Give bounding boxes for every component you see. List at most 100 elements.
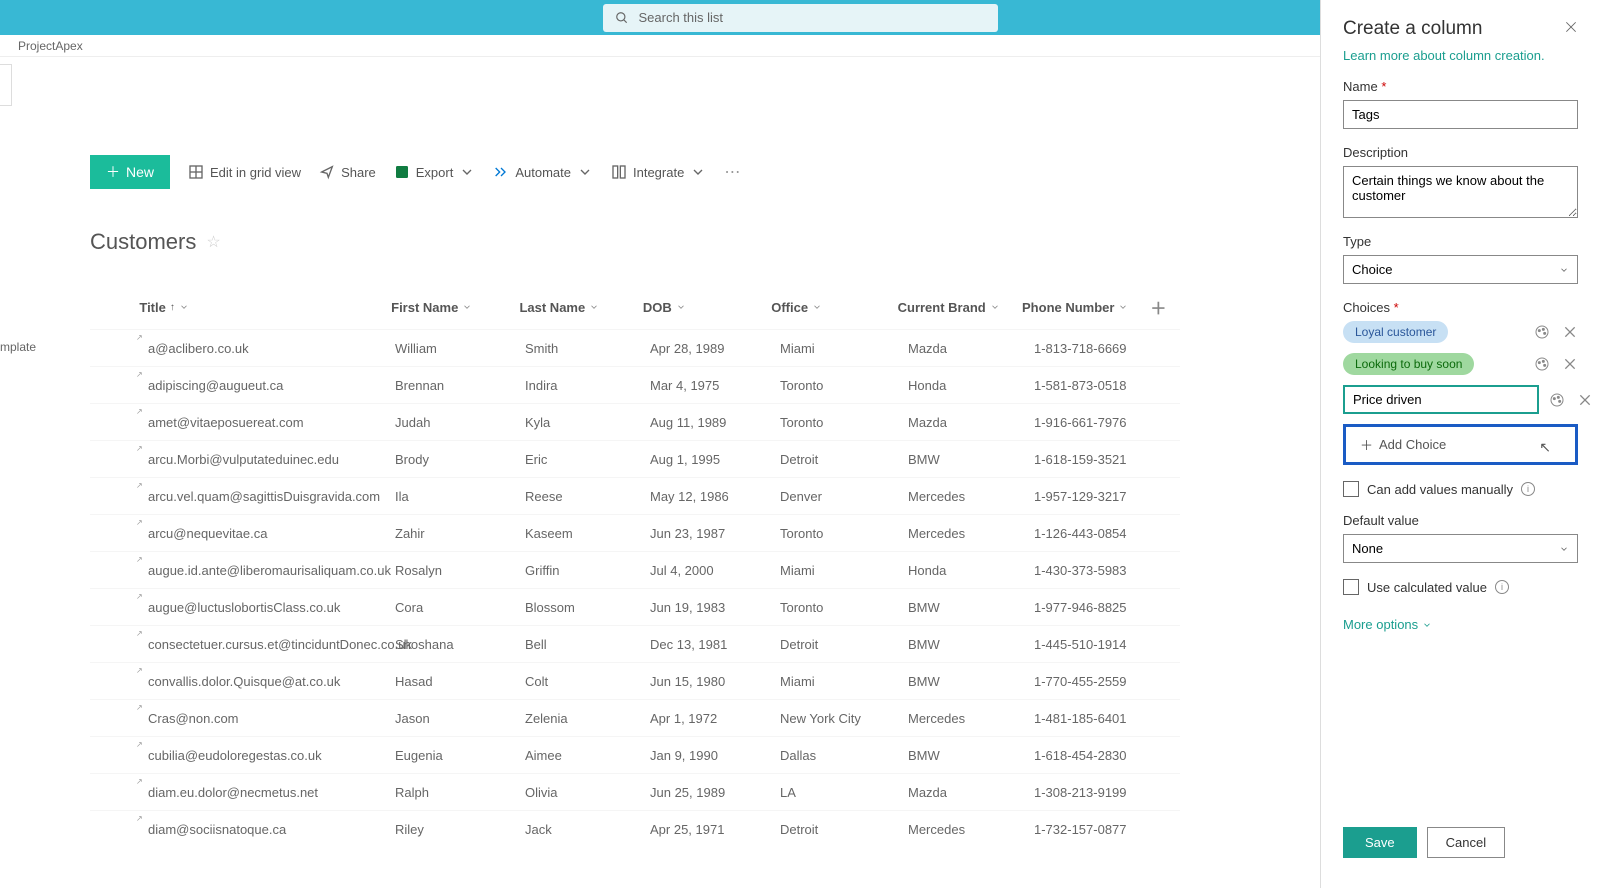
description-input[interactable]: Certain things we know about the custome… bbox=[1343, 166, 1578, 218]
row-first-name: Eugenia bbox=[395, 748, 525, 763]
row-brand: BMW bbox=[908, 748, 1034, 763]
share-button[interactable]: Share bbox=[319, 164, 376, 180]
row-title[interactable]: adipiscing@augueut.ca bbox=[140, 378, 283, 393]
palette-icon[interactable] bbox=[1534, 324, 1550, 340]
chevron-down-icon bbox=[812, 302, 822, 312]
table-row[interactable]: arcu@nequevitae.caZahirKaseemJun 23, 198… bbox=[90, 514, 1180, 551]
type-select[interactable]: Choice bbox=[1343, 255, 1578, 284]
favorite-star-icon[interactable]: ☆ bbox=[206, 232, 220, 252]
chevron-down-icon bbox=[459, 164, 475, 180]
column-header-brand[interactable]: Current Brand bbox=[898, 295, 1022, 319]
row-first-name: Hasad bbox=[395, 674, 525, 689]
remove-choice-icon[interactable] bbox=[1562, 356, 1578, 372]
table-row[interactable]: convallis.dolor.Quisque@at.co.ukHasadCol… bbox=[90, 662, 1180, 699]
row-title[interactable]: arcu@nequevitae.ca bbox=[140, 526, 267, 541]
default-value-select[interactable]: None bbox=[1343, 534, 1578, 563]
table-row[interactable]: consectetuer.cursus.et@tinciduntDonec.co… bbox=[90, 625, 1180, 662]
table-row[interactable]: augue.id.ante@liberomaurisaliquam.co.uk R… bbox=[90, 551, 1180, 588]
row-title[interactable]: amet@vitaeposuereat.com bbox=[140, 415, 304, 430]
row-title[interactable]: consectetuer.cursus.et@tinciduntDonec.co… bbox=[140, 637, 412, 652]
new-button[interactable]: ＋ New bbox=[90, 155, 170, 189]
leftnav-item[interactable]: mplate bbox=[0, 340, 36, 354]
row-office: Toronto bbox=[780, 600, 908, 615]
excel-icon bbox=[394, 164, 410, 180]
column-header-first-name[interactable]: First Name bbox=[391, 295, 519, 319]
row-office: Toronto bbox=[780, 415, 908, 430]
table-row[interactable]: augue@luctuslobortisClass.co.ukCoraBloss… bbox=[90, 588, 1180, 625]
panel-title: Create a column bbox=[1343, 18, 1482, 40]
choice-input[interactable] bbox=[1343, 385, 1539, 414]
row-phone: 1-813-718-6669 bbox=[1034, 341, 1164, 356]
close-panel-button[interactable] bbox=[1564, 20, 1578, 39]
row-title[interactable]: augue.id.ante@liberomaurisaliquam.co.uk bbox=[140, 563, 391, 578]
column-header-last-name[interactable]: Last Name bbox=[519, 295, 642, 319]
name-input[interactable] bbox=[1343, 100, 1578, 129]
choice-pill[interactable]: Loyal customer bbox=[1343, 321, 1448, 343]
row-brand: Honda bbox=[908, 378, 1034, 393]
choice-pill[interactable]: Looking to buy soon bbox=[1343, 353, 1474, 375]
table-row[interactable]: Cras@non.comJasonZeleniaApr 1, 1972New Y… bbox=[90, 699, 1180, 736]
table-row[interactable]: a@aclibero.co.ukWilliamSmithApr 28, 1989… bbox=[90, 329, 1180, 366]
edit-grid-button[interactable]: Edit in grid view bbox=[188, 164, 301, 180]
save-button[interactable]: Save bbox=[1343, 827, 1417, 858]
row-phone: 1-732-157-0877 bbox=[1034, 822, 1164, 837]
row-title[interactable]: augue@luctuslobortisClass.co.uk bbox=[140, 600, 340, 615]
row-brand: BMW bbox=[908, 452, 1034, 467]
row-title[interactable]: arcu.vel.quam@sagittisDuisgravida.com bbox=[140, 489, 380, 504]
row-office: Detroit bbox=[780, 637, 908, 652]
palette-icon[interactable] bbox=[1549, 392, 1565, 408]
row-last-name: Kyla bbox=[525, 415, 650, 430]
row-dob: Jun 23, 1987 bbox=[650, 526, 780, 541]
row-title[interactable]: arcu.Morbi@vulputateduinec.edu bbox=[140, 452, 339, 467]
row-last-name: Olivia bbox=[525, 785, 650, 800]
remove-choice-icon[interactable] bbox=[1577, 392, 1593, 408]
column-header-office[interactable]: Office bbox=[771, 295, 897, 319]
row-title[interactable]: diam@sociisnatoque.ca bbox=[140, 822, 286, 837]
row-dob: Jun 19, 1983 bbox=[650, 600, 780, 615]
row-title[interactable]: a@aclibero.co.uk bbox=[140, 341, 249, 356]
column-header-title[interactable]: Title ↑ bbox=[139, 295, 391, 319]
row-phone: 1-581-873-0518 bbox=[1034, 378, 1164, 393]
table-row[interactable]: arcu.Morbi@vulputateduinec.eduBrodyEricA… bbox=[90, 440, 1180, 477]
use-calculated-checkbox[interactable] bbox=[1343, 579, 1359, 595]
sort-asc-icon: ↑ bbox=[170, 302, 175, 313]
row-phone: 1-430-373-5983 bbox=[1034, 563, 1164, 578]
chevron-down-icon bbox=[990, 302, 1000, 312]
add-column-button[interactable]: ＋ bbox=[1150, 295, 1180, 319]
table-row[interactable]: diam.eu.dolor@necmetus.netRalphOliviaJun… bbox=[90, 773, 1180, 810]
row-title[interactable]: Cras@non.com bbox=[140, 711, 239, 726]
automate-button[interactable]: Automate bbox=[493, 164, 593, 180]
row-last-name: Griffin bbox=[525, 563, 650, 578]
row-title[interactable]: convallis.dolor.Quisque@at.co.uk bbox=[140, 674, 340, 689]
search-input[interactable]: Search this list bbox=[603, 4, 998, 32]
add-choice-button[interactable]: ＋ Add Choice ↖ bbox=[1343, 424, 1578, 465]
can-add-manually-checkbox[interactable] bbox=[1343, 481, 1359, 497]
row-dob: Mar 4, 1975 bbox=[650, 378, 780, 393]
row-brand: Mercedes bbox=[908, 489, 1034, 504]
row-first-name: Brody bbox=[395, 452, 525, 467]
export-button[interactable]: Export bbox=[394, 164, 476, 180]
row-phone: 1-308-213-9199 bbox=[1034, 785, 1164, 800]
info-icon[interactable]: i bbox=[1495, 580, 1509, 594]
row-title[interactable]: diam.eu.dolor@necmetus.net bbox=[140, 785, 318, 800]
integrate-button[interactable]: Integrate bbox=[611, 164, 706, 180]
remove-choice-icon[interactable] bbox=[1562, 324, 1578, 340]
search-icon bbox=[615, 11, 629, 25]
table-row[interactable]: cubilia@eudoloregestas.co.ukEugeniaAimee… bbox=[90, 736, 1180, 773]
table-row[interactable]: diam@sociisnatoque.caRileyJackApr 25, 19… bbox=[90, 810, 1180, 847]
column-header-phone[interactable]: Phone Number bbox=[1022, 295, 1150, 319]
info-icon[interactable]: i bbox=[1521, 482, 1535, 496]
table-row[interactable]: adipiscing@augueut.caBrennanIndiraMar 4,… bbox=[90, 366, 1180, 403]
cancel-button[interactable]: Cancel bbox=[1427, 827, 1505, 858]
row-title[interactable]: cubilia@eudoloregestas.co.uk bbox=[140, 748, 322, 763]
table-row[interactable]: arcu.vel.quam@sagittisDuisgravida.comIla… bbox=[90, 477, 1180, 514]
column-header-dob[interactable]: DOB bbox=[643, 295, 771, 319]
palette-icon[interactable] bbox=[1534, 356, 1550, 372]
table-row[interactable]: amet@vitaeposuereat.comJudahKylaAug 11, … bbox=[90, 403, 1180, 440]
row-phone: 1-445-510-1914 bbox=[1034, 637, 1164, 652]
more-options-button[interactable]: More options bbox=[1343, 617, 1578, 632]
row-first-name: Rosalyn bbox=[395, 563, 525, 578]
learn-more-link[interactable]: Learn more about column creation. bbox=[1343, 48, 1578, 63]
chevron-down-icon bbox=[179, 302, 189, 312]
more-actions-button[interactable]: ⋯ bbox=[724, 162, 742, 182]
